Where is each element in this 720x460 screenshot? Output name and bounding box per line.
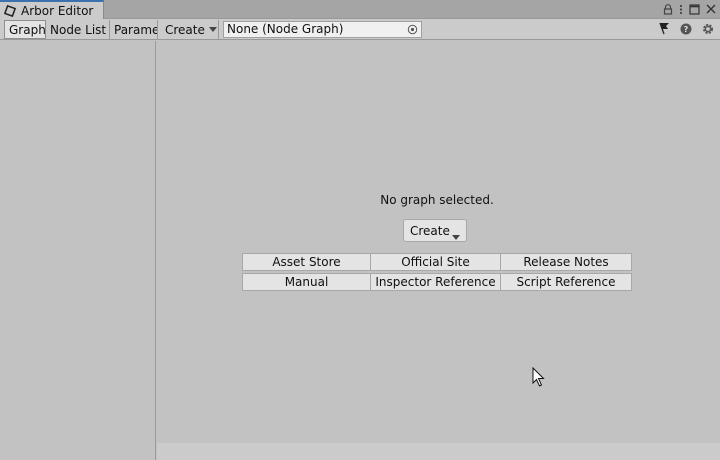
tab-node-list-label: Node List	[50, 22, 107, 37]
mouse-cursor-icon	[532, 366, 545, 390]
official-site-button[interactable]: Official Site	[370, 253, 501, 271]
gear-icon[interactable]	[702, 23, 714, 35]
empty-state-message: No graph selected.	[380, 193, 494, 207]
official-site-label: Official Site	[401, 255, 470, 269]
sidebar-panel	[0, 41, 156, 460]
graph-object-field-value: None (Node Graph)	[227, 22, 344, 36]
maximize-icon[interactable]	[689, 3, 700, 15]
bottom-status-strip	[157, 443, 720, 460]
asset-store-button[interactable]: Asset Store	[242, 253, 371, 271]
create-graph-button[interactable]: Create	[403, 219, 467, 242]
arbor-icon	[3, 4, 17, 18]
script-reference-button[interactable]: Script Reference	[500, 273, 632, 291]
manual-label: Manual	[284, 275, 329, 289]
release-notes-button[interactable]: Release Notes	[500, 253, 632, 271]
kebab-menu-icon[interactable]	[679, 4, 683, 15]
dropdown-arrow-icon	[452, 229, 460, 243]
inspector-reference-button[interactable]: Inspector Reference	[370, 273, 501, 291]
window-tab[interactable]: Arbor Editor	[0, 0, 104, 19]
tab-parameters-label: Parame	[114, 22, 158, 37]
arbor-editor-window: Arbor Editor Graph Node List Parame Crea…	[0, 0, 720, 460]
create-dropdown[interactable]: Create	[161, 20, 219, 39]
window-title: Arbor Editor	[21, 3, 94, 18]
close-icon[interactable]	[706, 4, 716, 14]
svg-text:?: ?	[684, 25, 689, 34]
tab-node-list[interactable]: Node List	[46, 20, 110, 39]
manual-button[interactable]: Manual	[242, 273, 371, 291]
link-buttons-grid: Asset Store Official Site Release Notes …	[242, 253, 632, 291]
toolbar: Graph Node List Parame Create None (Node…	[0, 19, 720, 40]
tab-parameters[interactable]: Parame	[110, 20, 158, 39]
flag-icon[interactable]	[658, 22, 670, 35]
create-dropdown-label: Create	[165, 22, 205, 37]
tab-graph[interactable]: Graph	[4, 20, 46, 39]
script-reference-label: Script Reference	[516, 275, 616, 289]
asset-store-label: Asset Store	[272, 255, 341, 269]
object-picker-icon[interactable]	[407, 24, 418, 35]
dropdown-arrow-icon	[208, 27, 217, 32]
graph-canvas[interactable]	[157, 41, 720, 460]
lock-icon[interactable]	[663, 3, 673, 15]
tab-graph-label: Graph	[9, 22, 46, 37]
create-graph-button-label: Create	[410, 223, 450, 238]
window-controls	[663, 1, 716, 17]
title-bar: Arbor Editor	[0, 0, 720, 19]
graph-object-field[interactable]: None (Node Graph)	[223, 21, 422, 38]
inspector-reference-label: Inspector Reference	[375, 275, 496, 289]
release-notes-label: Release Notes	[523, 255, 609, 269]
toolbar-right-icons: ?	[658, 22, 714, 35]
help-icon[interactable]: ?	[680, 23, 692, 35]
